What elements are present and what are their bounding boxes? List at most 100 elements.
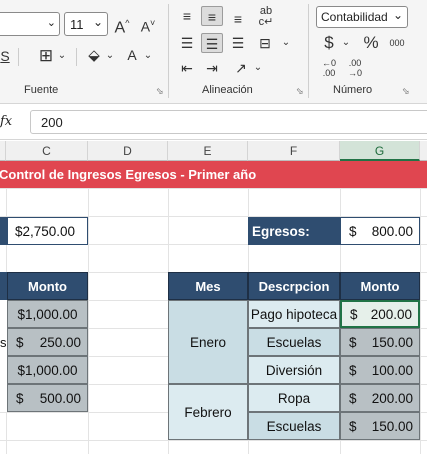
align-left-icon[interactable]: ☰ <box>176 33 198 53</box>
column-header-e[interactable]: E <box>168 141 248 161</box>
income-total-cell[interactable]: $2,750.00 <box>7 217 88 245</box>
amount-cell[interactable]: $ 150.00 <box>340 412 420 440</box>
description-cell[interactable]: Diversión <box>248 356 340 384</box>
description-cell[interactable]: Escuelas <box>248 412 340 440</box>
column-header-f[interactable]: F <box>248 141 340 161</box>
align-top-icon[interactable]: ≡ <box>176 6 198 26</box>
decrease-decimal-icon[interactable]: .00 →0 <box>344 58 366 80</box>
description-text: Ropa <box>277 390 311 406</box>
month-cell-enero[interactable]: Enero <box>168 300 248 384</box>
percent-style-button[interactable]: % <box>360 33 382 53</box>
column-header-d[interactable]: D <box>88 141 168 161</box>
currency-symbol: $ <box>350 306 358 322</box>
align-bottom-icon[interactable]: ≡ <box>227 9 249 29</box>
chevron-down-icon[interactable]: ⌄ <box>56 46 68 66</box>
chevron-down-icon[interactable]: ⌄ <box>340 33 352 53</box>
font-color-icon[interactable]: A <box>124 45 140 65</box>
font-group-label: Fuente <box>24 84 59 96</box>
grow-font-icon[interactable]: A^ <box>112 13 132 36</box>
ingresos-label-cell[interactable] <box>0 217 7 245</box>
amount-cell[interactable]: $ 100.00 <box>340 356 420 384</box>
borders-icon[interactable]: ⊞ <box>36 46 56 66</box>
description-cell[interactable]: Pago hipoteca <box>248 300 340 328</box>
currency-symbol: $ <box>349 418 357 434</box>
expenses-total-cell[interactable]: $ 800.00 <box>340 217 420 245</box>
merge-center-icon[interactable]: ⊟ <box>254 33 276 53</box>
description-text: Escuelas <box>266 334 322 350</box>
gridline <box>0 440 427 441</box>
left-table-amount[interactable]: $ 250.00 <box>7 328 88 356</box>
underline-button[interactable]: S <box>0 46 12 66</box>
gridline <box>420 161 421 454</box>
amount-value: 200.00 <box>371 390 413 406</box>
right-table-header-mes[interactable]: Mes <box>168 272 248 300</box>
month-cell-febrero[interactable]: Febrero <box>168 384 248 440</box>
dialog-launcher-icon[interactable]: ⬂ <box>402 86 410 97</box>
amount-cell[interactable]: $ 150.00 <box>340 328 420 356</box>
align-center-icon[interactable]: ☰ <box>201 33 223 53</box>
wrap-text-icon[interactable]: ab c↵ <box>255 6 277 28</box>
amount-value: 200.00 <box>370 306 412 322</box>
align-right-icon[interactable]: ☰ <box>227 33 249 53</box>
increase-indent-icon[interactable]: ⇥ <box>201 58 223 78</box>
amount-value: 150.00 <box>371 334 413 350</box>
shrink-font-icon[interactable]: A˅ <box>138 13 158 35</box>
header-text: Monto <box>360 278 400 294</box>
formula-input[interactable]: 200 <box>30 110 427 134</box>
increase-decimal-icon[interactable]: ←0.00 <box>318 58 340 80</box>
column-header-h[interactable] <box>420 141 427 161</box>
chevron-down-icon[interactable]: ⌄ <box>142 46 154 66</box>
font-name-dropdown[interactable]: ⌄ <box>0 12 60 36</box>
chevron-down-icon: ⌄ <box>392 8 403 22</box>
amount-cell-selected[interactable]: $ 200.00 <box>340 300 420 328</box>
left-table-desc-column <box>0 300 7 412</box>
right-table-header-descripcion[interactable]: Descrpcion <box>248 272 340 300</box>
insert-function-icon[interactable]: fx <box>0 114 12 129</box>
amount-cell[interactable]: $ 200.00 <box>340 384 420 412</box>
accounting-format-button[interactable]: $ <box>320 33 338 53</box>
month-label: Enero <box>189 334 227 350</box>
description-cell[interactable]: Ropa <box>248 384 340 412</box>
description-cell[interactable]: Escuelas <box>248 328 340 356</box>
amount-value: $1,000.00 <box>17 306 78 322</box>
decrease-indent-icon[interactable]: ⇤ <box>176 58 198 78</box>
comma-style-button[interactable]: 000 <box>386 33 408 53</box>
chevron-down-icon[interactable]: ⌄ <box>252 58 264 78</box>
amount-value: 100.00 <box>371 362 413 378</box>
currency-symbol: $ <box>349 334 357 350</box>
left-table-header-cut[interactable] <box>0 272 7 300</box>
number-format-dropdown[interactable]: Contabilidad ⌄ <box>316 6 408 28</box>
formula-value: 200 <box>41 115 63 130</box>
chevron-down-icon[interactable]: ⌄ <box>104 46 116 66</box>
column-header-c[interactable]: C <box>6 141 88 161</box>
group-separator <box>308 4 309 98</box>
left-table-amount[interactable]: $1,000.00 <box>7 300 88 328</box>
amount-value: 150.00 <box>371 418 413 434</box>
column-header-g[interactable]: G <box>340 141 420 161</box>
description-text: Diversión <box>265 362 323 378</box>
income-total-value: $2,750.00 <box>15 223 76 239</box>
dialog-launcher-icon[interactable]: ⬂ <box>156 86 164 97</box>
orientation-icon[interactable]: ↗ <box>230 58 252 78</box>
fill-color-icon[interactable]: ⬙ <box>84 46 104 66</box>
left-table-header-monto[interactable]: Monto <box>7 272 88 300</box>
description-text: Pago hipoteca <box>250 306 338 322</box>
header-text: Descrpcion <box>258 278 330 294</box>
header-text: Mes <box>195 278 221 294</box>
currency-symbol: $ <box>349 362 357 378</box>
align-middle-icon[interactable]: ≡ <box>201 6 223 26</box>
font-size-dropdown[interactable]: 11 ⌄ <box>64 12 108 36</box>
sheet-title[interactable]: Control de Ingresos Egresos - Primer año <box>0 161 427 188</box>
cut-text: s <box>0 334 7 350</box>
group-separator <box>168 4 169 98</box>
left-table-amount[interactable]: $ 500.00 <box>7 384 88 412</box>
dialog-launcher-icon[interactable]: ⬂ <box>296 86 304 97</box>
ribbon: ⌄ 11 ⌄ A^ A˅ S ⊞ ⌄ ⬙ ⌄ A ⌄ Fuente ⬂ ≡ ≡ … <box>0 0 427 104</box>
right-table-header-monto[interactable]: Monto <box>340 272 420 300</box>
expenses-total-value: 800.00 <box>371 223 413 239</box>
left-table-amount[interactable]: $1,000.00 <box>7 356 88 384</box>
divider <box>18 48 19 66</box>
expenses-label-cell[interactable]: Egresos: <box>248 217 340 245</box>
gridline <box>88 161 89 454</box>
chevron-down-icon[interactable]: ⌄ <box>280 33 292 53</box>
